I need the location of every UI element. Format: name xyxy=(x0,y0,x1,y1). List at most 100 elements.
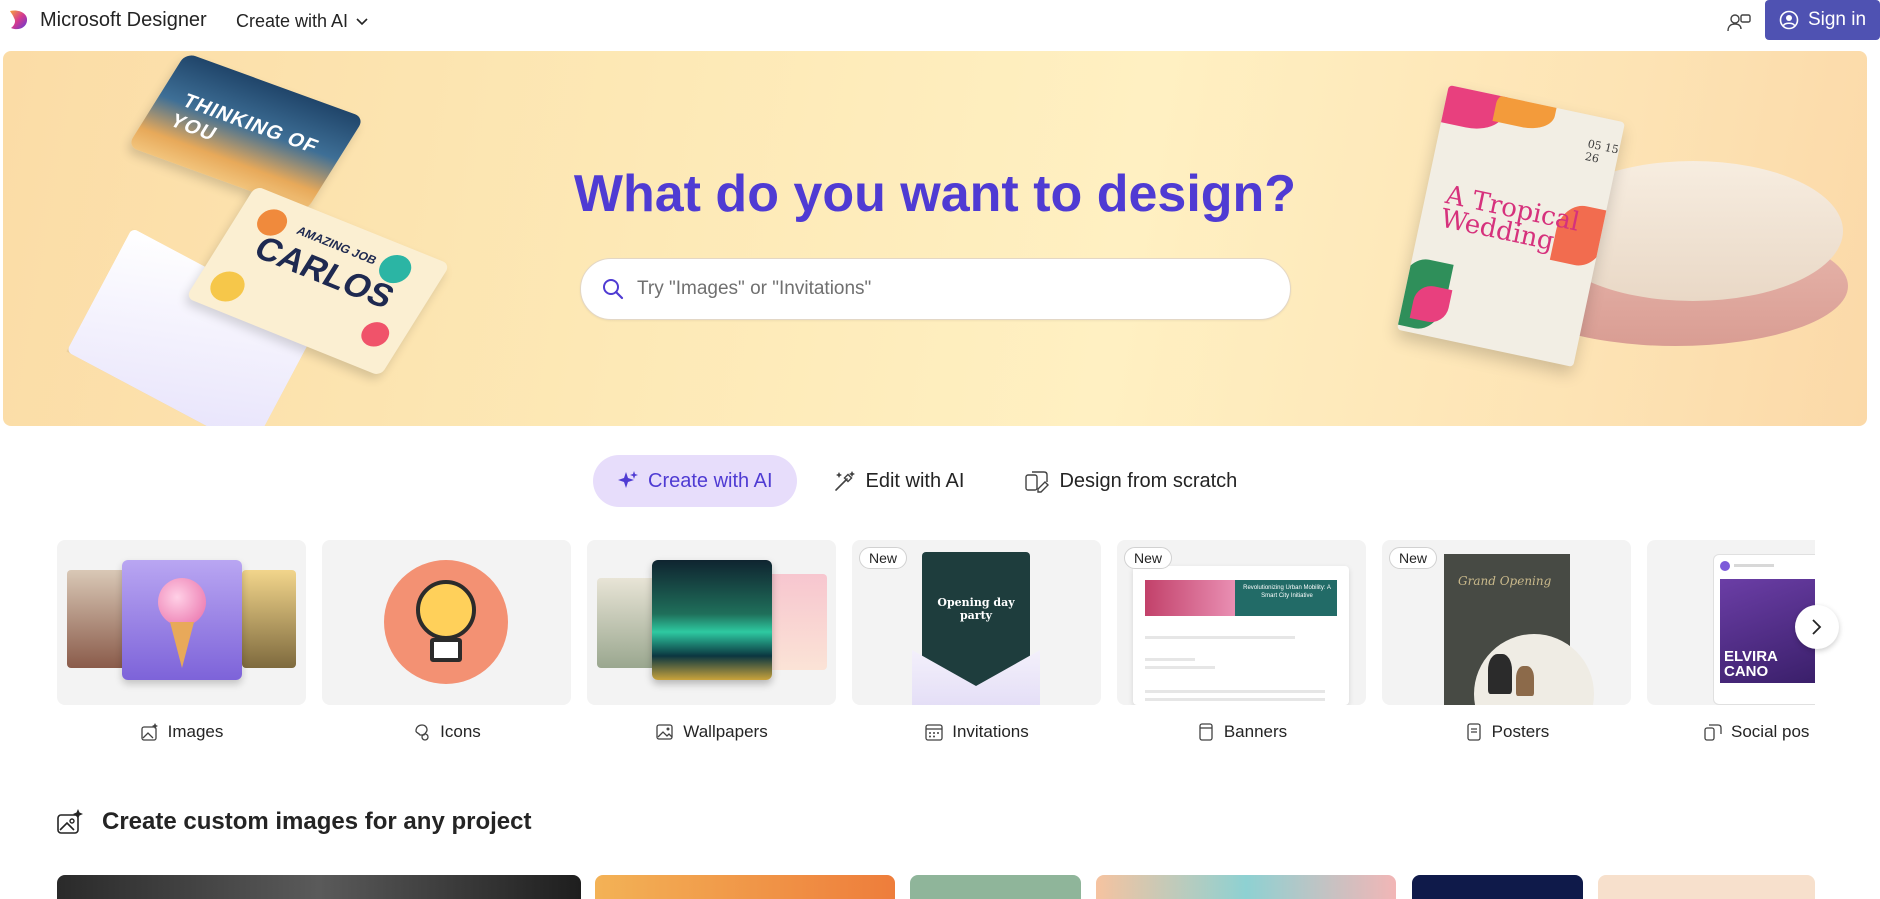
top-bar: Microsoft Designer Create with AI Sign i… xyxy=(0,0,1880,44)
text-line xyxy=(1145,666,1215,669)
category-label-text: Posters xyxy=(1491,722,1550,741)
category-card-social-posts[interactable]: ELVIRA CANO Social pos xyxy=(1647,540,1815,744)
mode-tabs: Create with AI Edit with AI Design from … xyxy=(593,455,1273,507)
category-card-banners[interactable]: New Revolutionizing Urban Mobility: A Sm… xyxy=(1117,540,1366,744)
category-card-icons[interactable]: Icons xyxy=(322,540,571,744)
sign-in-label: Sign in xyxy=(1807,9,1867,30)
category-label-text: Invitations xyxy=(952,722,1029,741)
banner-preview: Revolutionizing Urban Mobility: A Smart … xyxy=(1133,566,1349,705)
search-input[interactable] xyxy=(637,278,1237,300)
new-badge: New xyxy=(1389,547,1438,569)
brand[interactable]: Microsoft Designer xyxy=(6,8,207,32)
icons-icon xyxy=(415,724,429,741)
flower-decor xyxy=(1492,85,1559,134)
banner-strip: Revolutionizing Urban Mobility: A Smart … xyxy=(1145,580,1337,616)
decor-dot xyxy=(204,266,251,307)
sparkle-icon xyxy=(618,471,638,488)
category-thumbnail xyxy=(57,540,306,705)
hero-banner: THINKING OF YOU AMAZING JOB CARLOS What … xyxy=(3,51,1867,426)
new-badge: New xyxy=(1124,547,1173,569)
category-label-text: Images xyxy=(167,722,224,741)
wand-icon xyxy=(834,471,855,491)
category-label: Social pos xyxy=(1647,720,1815,744)
poster-icon xyxy=(1467,723,1481,741)
create-with-ai-menu[interactable]: Create with AI xyxy=(236,11,368,32)
gallery-item[interactable] xyxy=(595,875,895,899)
category-label: Posters xyxy=(1382,720,1631,744)
category-thumbnail: New Opening day party xyxy=(852,540,1101,705)
category-label: Invitations xyxy=(852,720,1101,744)
text-line xyxy=(1145,690,1325,693)
new-badge: New xyxy=(859,547,908,569)
invite-title: A Tropical Wedding xyxy=(1437,180,1583,257)
category-thumbnail: New Revolutionizing Urban Mobility: A Sm… xyxy=(1117,540,1366,705)
category-label-text: Banners xyxy=(1223,722,1288,741)
banner-icon xyxy=(1199,723,1213,741)
category-thumbnail: New Grand Opening xyxy=(1382,540,1631,705)
ice-cream-scoop xyxy=(158,578,206,626)
share-people-icon[interactable] xyxy=(1726,10,1752,36)
category-card-posters[interactable]: New Grand Opening Posters xyxy=(1382,540,1631,744)
poster-vase xyxy=(1488,654,1512,694)
category-card-images[interactable]: Images xyxy=(57,540,306,744)
carousel-next-button[interactable] xyxy=(1795,605,1839,649)
social-post-name: ELVIRA CANO xyxy=(1724,648,1778,680)
sign-in-button[interactable]: Sign in xyxy=(1765,0,1880,40)
section-header: Create custom images for any project xyxy=(56,808,531,836)
category-label-text: Social pos xyxy=(1731,722,1810,741)
thumb-photo xyxy=(242,570,296,668)
category-thumbnail: ELVIRA CANO xyxy=(1647,540,1815,705)
design-shapes-icon xyxy=(1025,471,1050,493)
bulb-glass xyxy=(416,580,476,640)
social-post-icon xyxy=(1704,724,1722,741)
tab-edit-with-ai[interactable]: Edit with AI xyxy=(809,455,989,507)
banner-flowers xyxy=(1145,580,1235,616)
invite-date: 05 15 26 xyxy=(1583,137,1620,166)
category-card-wallpapers[interactable]: Wallpapers xyxy=(587,540,836,744)
gallery-item[interactable] xyxy=(1412,875,1583,899)
tab-label: Create with AI xyxy=(648,469,773,492)
section-title: Create custom images for any project xyxy=(102,808,532,835)
avatar xyxy=(1720,561,1730,571)
image-sparkle-icon xyxy=(57,809,83,834)
tab-label: Design from scratch xyxy=(1059,469,1238,492)
text-line xyxy=(1145,658,1195,661)
image-gallery xyxy=(57,875,1815,899)
tab-label: Edit with AI xyxy=(865,469,965,492)
app-name: Microsoft Designer xyxy=(40,8,207,31)
tab-create-with-ai[interactable]: Create with AI xyxy=(593,455,797,507)
category-label: Banners xyxy=(1117,720,1366,744)
gallery-item[interactable] xyxy=(1096,875,1396,899)
category-label: Images xyxy=(57,720,306,744)
thumb-photo xyxy=(767,574,827,670)
category-thumbnail xyxy=(322,540,571,705)
category-thumbnail xyxy=(587,540,836,705)
calendar-icon xyxy=(925,724,943,741)
decor-dot xyxy=(356,318,395,351)
gallery-item[interactable] xyxy=(1598,875,1815,899)
gallery-item[interactable] xyxy=(57,875,581,899)
poster-vase xyxy=(1516,666,1534,696)
image-sparkle-icon xyxy=(140,723,158,741)
category-carousel: Images Icons Wallpapers New Opening day … xyxy=(57,540,1815,750)
thumb-photo xyxy=(67,570,127,668)
gallery-item[interactable] xyxy=(910,875,1081,899)
text-line xyxy=(1734,564,1774,567)
create-menu-label: Create with AI xyxy=(236,11,349,31)
search-icon xyxy=(603,279,624,300)
invitation-title: Opening day party xyxy=(937,596,1015,622)
thumb-photo xyxy=(122,560,242,680)
bulb-base xyxy=(430,638,462,662)
chevron-down-icon xyxy=(356,17,368,25)
search-box xyxy=(580,258,1291,320)
aurora-photo xyxy=(652,560,772,680)
banner-text: Revolutionizing Urban Mobility: A Smart … xyxy=(1243,585,1331,599)
text-line xyxy=(1145,698,1325,701)
poster-title: Grand Opening xyxy=(1458,574,1552,588)
category-label-text: Icons xyxy=(440,722,481,741)
category-card-invitations[interactable]: New Opening day party Invitations xyxy=(852,540,1101,744)
tab-design-from-scratch[interactable]: Design from scratch xyxy=(1000,455,1261,507)
poster-preview: Grand Opening xyxy=(1444,554,1594,705)
text-line xyxy=(1145,636,1295,639)
designer-logo-icon xyxy=(6,8,30,32)
